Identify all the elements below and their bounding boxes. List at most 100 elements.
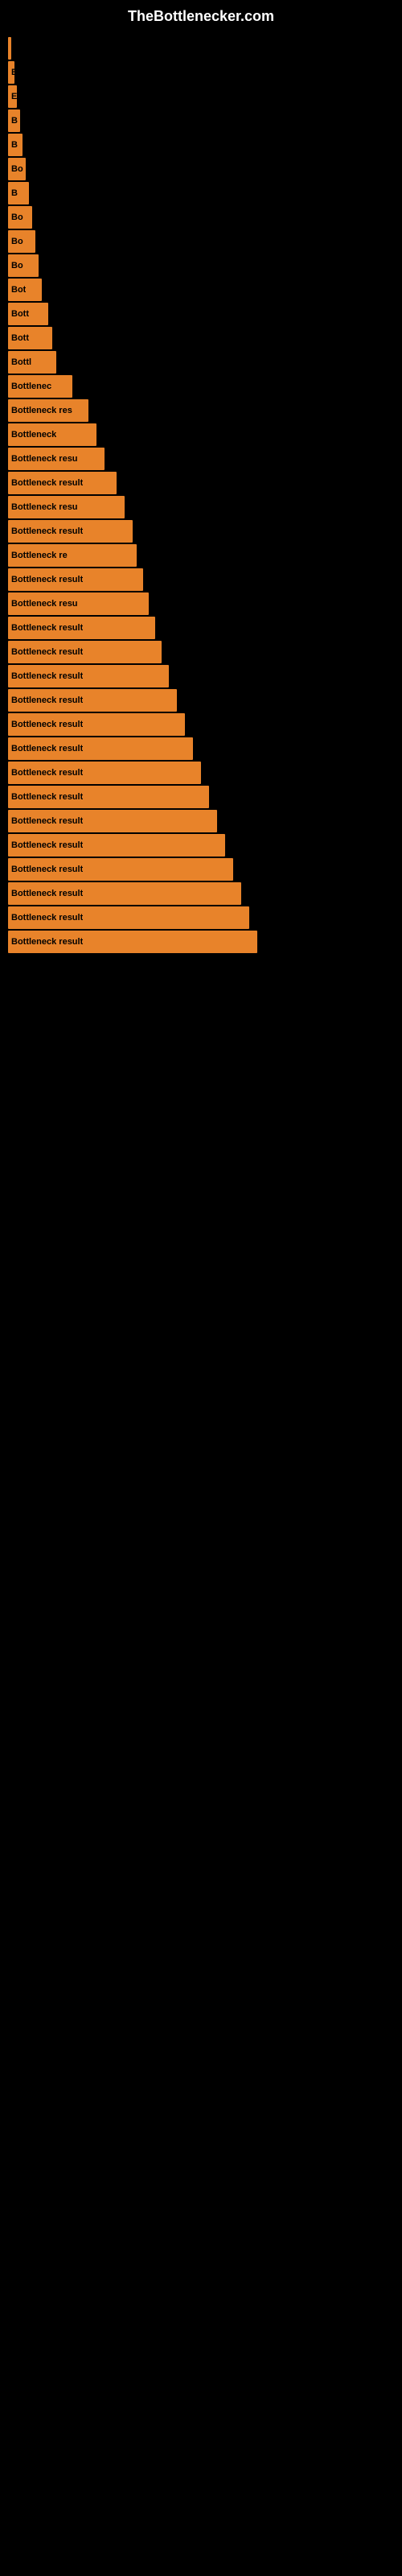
bar-1: E (8, 61, 14, 84)
bar-row: Bottleneck result (8, 737, 402, 760)
bar-label-1: E (11, 68, 14, 77)
bar-24: Bottleneck result (8, 617, 155, 639)
bar-label-31: Bottleneck result (11, 792, 83, 802)
bar-label-15: Bottleneck res (11, 406, 72, 415)
bar-11: Bott (8, 303, 48, 325)
bar-22: Bottleneck result (8, 568, 143, 591)
bar-label-6: B (11, 188, 18, 198)
bar-32: Bottleneck result (8, 810, 217, 832)
bar-row: Bo (8, 206, 402, 229)
bar-8: Bo (8, 230, 35, 253)
bar-label-35: Bottleneck result (11, 889, 83, 898)
bar-row: B (8, 182, 402, 204)
bar-33: Bottleneck result (8, 834, 225, 857)
bar-34: Bottleneck result (8, 858, 233, 881)
bar-label-21: Bottleneck re (11, 551, 68, 560)
bar-label-30: Bottleneck result (11, 768, 83, 778)
bar-label-34: Bottleneck result (11, 865, 83, 874)
bar-31: Bottleneck result (8, 786, 209, 808)
bar-row: Bottleneck result (8, 786, 402, 808)
bar-row: Bottleneck result (8, 810, 402, 832)
bar-17: Bottleneck resu (8, 448, 105, 470)
bar-label-32: Bottleneck result (11, 816, 83, 826)
bar-row (8, 37, 402, 60)
bar-6: B (8, 182, 29, 204)
bar-23: Bottleneck resu (8, 592, 149, 615)
bar-label-16: Bottleneck (11, 430, 56, 440)
bar-row: Bottleneck resu (8, 592, 402, 615)
bar-label-26: Bottleneck result (11, 671, 83, 681)
bar-row: Bottleneck result (8, 472, 402, 494)
bar-37: Bottleneck result (8, 931, 257, 953)
bar-15: Bottleneck res (8, 399, 88, 422)
bar-label-28: Bottleneck result (11, 720, 83, 729)
bar-row: Bottleneck re (8, 544, 402, 567)
bar-row: B (8, 109, 402, 132)
bar-label-29: Bottleneck result (11, 744, 83, 753)
bar-label-12: Bott (11, 333, 29, 343)
bar-label-3: B (11, 116, 18, 126)
bar-27: Bottleneck result (8, 689, 177, 712)
bar-row: Bott (8, 303, 402, 325)
bar-label-33: Bottleneck result (11, 840, 83, 850)
bar-18: Bottleneck result (8, 472, 117, 494)
bar-label-13: Bottl (11, 357, 31, 367)
bar-16: Bottleneck (8, 423, 96, 446)
bar-30: Bottleneck result (8, 762, 201, 784)
site-title: TheBottlenecker.com (0, 0, 402, 29)
bar-row: Bottleneck result (8, 882, 402, 905)
bar-10: Bot (8, 279, 42, 301)
bar-row: Bottleneck result (8, 858, 402, 881)
bar-row: Bo (8, 230, 402, 253)
bar-3: B (8, 109, 20, 132)
bar-label-18: Bottleneck result (11, 478, 83, 488)
bar-20: Bottleneck result (8, 520, 133, 543)
bar-36: Bottleneck result (8, 906, 249, 929)
bar-row: Bottleneck result (8, 931, 402, 953)
bar-label-7: Bo (11, 213, 23, 222)
bar-label-14: Bottlenec (11, 382, 51, 391)
bar-label-11: Bott (11, 309, 29, 319)
bar-row: B (8, 134, 402, 156)
bar-row: Bottlenec (8, 375, 402, 398)
bars-container: EEBBBoBBoBoBoBotBottBottBottlBottlenecBo… (0, 29, 402, 955)
bar-2: E (8, 85, 17, 108)
bar-label-20: Bottleneck result (11, 526, 83, 536)
bar-label-10: Bot (11, 285, 26, 295)
bar-row: E (8, 85, 402, 108)
bar-row: Bottleneck res (8, 399, 402, 422)
bar-label-9: Bo (11, 261, 23, 270)
bar-row: Bottleneck result (8, 520, 402, 543)
bar-row: Bottleneck resu (8, 448, 402, 470)
bar-row: Bottleneck (8, 423, 402, 446)
bar-9: Bo (8, 254, 39, 277)
bar-label-27: Bottleneck result (11, 696, 83, 705)
bar-28: Bottleneck result (8, 713, 185, 736)
bar-row: Bottleneck result (8, 568, 402, 591)
bar-label-17: Bottleneck resu (11, 454, 78, 464)
bar-row: Bottl (8, 351, 402, 374)
bar-13: Bottl (8, 351, 56, 374)
bar-row: Bottleneck result (8, 617, 402, 639)
bar-row: Bo (8, 158, 402, 180)
bar-label-36: Bottleneck result (11, 913, 83, 923)
bar-0 (8, 37, 11, 60)
bar-label-23: Bottleneck resu (11, 599, 78, 609)
bar-row: Bottleneck result (8, 641, 402, 663)
bar-7: Bo (8, 206, 32, 229)
bar-25: Bottleneck result (8, 641, 162, 663)
bar-19: Bottleneck resu (8, 496, 125, 518)
bar-label-25: Bottleneck result (11, 647, 83, 657)
bar-row: Bottleneck result (8, 689, 402, 712)
bar-14: Bottlenec (8, 375, 72, 398)
bar-row: Bottleneck result (8, 713, 402, 736)
bar-row: Bot (8, 279, 402, 301)
bar-29: Bottleneck result (8, 737, 193, 760)
bar-12: Bott (8, 327, 52, 349)
bar-label-37: Bottleneck result (11, 937, 83, 947)
bar-row: Bottleneck result (8, 762, 402, 784)
bar-label-2: E (11, 92, 17, 101)
bar-label-24: Bottleneck result (11, 623, 83, 633)
bar-label-22: Bottleneck result (11, 575, 83, 584)
bar-26: Bottleneck result (8, 665, 169, 687)
